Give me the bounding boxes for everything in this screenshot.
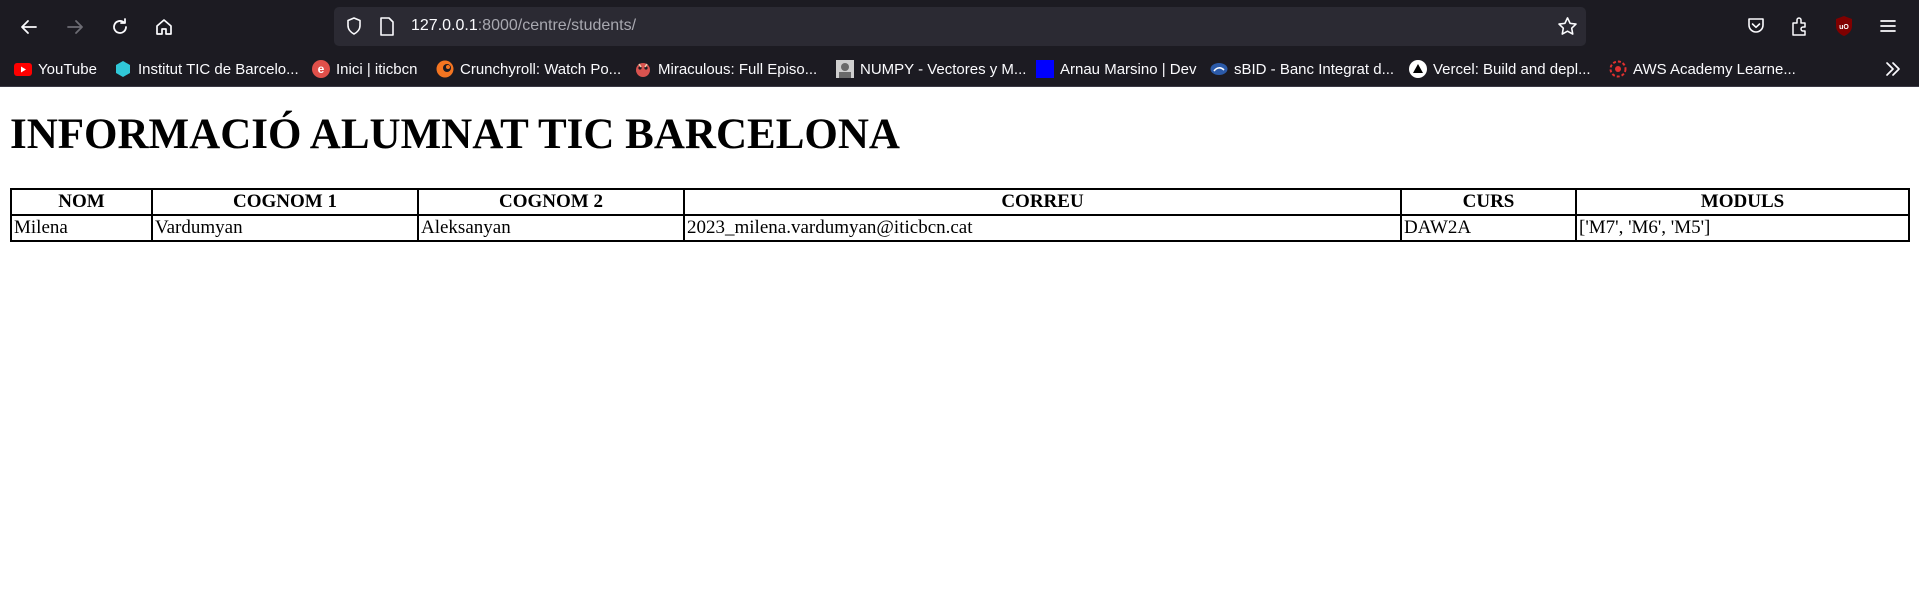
cell-nom: Milena [11, 215, 152, 241]
students-table: NOM COGNOM 1 COGNOM 2 CORREU CURS MODULS… [10, 188, 1910, 242]
puzzle-extensions-icon [1792, 17, 1806, 36]
header-cognom-1: COGNOM 1 [152, 189, 418, 215]
bookmark-label: sBID - Banc Integrat d... [1234, 60, 1395, 78]
header-curs: CURS [1401, 189, 1576, 215]
bookmark-label: AWS Academy Learne... [1633, 60, 1796, 78]
bookmark-label: Institut TIC de Barcelo... [138, 60, 299, 78]
bookmark-crunchyroll[interactable]: Crunchyroll: Watch Po... [436, 60, 621, 78]
back-button[interactable] [12, 10, 46, 44]
forward-button[interactable] [58, 10, 92, 44]
bookmark-sbid[interactable]: sBID - Banc Integrat d... [1210, 60, 1394, 78]
institut-tic-icon [114, 60, 132, 78]
bookmark-star-icon[interactable] [1557, 16, 1578, 42]
home-button[interactable] [147, 10, 181, 44]
table-row: Milena Vardumyan Aleksanyan 2023_milena.… [11, 215, 1909, 241]
table-header-row: NOM COGNOM 1 COGNOM 2 CORREU CURS MODULS [11, 189, 1909, 215]
page-info-icon[interactable] [379, 17, 395, 41]
vercel-icon [1409, 60, 1427, 78]
bookmark-label: NUMPY - Vectores y M... [860, 60, 1027, 78]
arnau-icon [1036, 60, 1054, 78]
page-title: INFORMACIÓ ALUMNAT TIC BARCELONA [10, 111, 900, 158]
browser-toolbar: 127.0.0.1:8000/centre/students/ uO [0, 0, 1919, 53]
tracking-protection-shield-icon[interactable] [344, 16, 364, 41]
svg-text:e: e [318, 62, 325, 76]
bookmark-institut-tic[interactable]: Institut TIC de Barcelo... [114, 60, 299, 78]
youtube-icon [14, 60, 32, 78]
bookmark-arnau-marsino[interactable]: Arnau Marsino | Dev [1036, 60, 1196, 78]
forward-arrow-icon [67, 20, 83, 34]
url-path: :8000/centre/students/ [477, 17, 637, 34]
numpy-icon [836, 60, 854, 78]
ublock-origin-icon: uO [1836, 16, 1852, 36]
crunchyroll-icon [436, 60, 454, 78]
sbid-icon [1210, 60, 1228, 78]
url-host: 127.0.0.1 [411, 17, 478, 34]
bookmark-label: Miraculous: Full Episo... [658, 60, 818, 78]
extensions-button[interactable] [1787, 13, 1813, 39]
reload-icon [113, 18, 127, 34]
bookmark-iticbcn[interactable]: e Inici | iticbcn [312, 60, 417, 78]
bookmark-vercel[interactable]: Vercel: Build and depl... [1409, 60, 1591, 78]
cell-cognom-1: Vardumyan [152, 215, 418, 241]
iticbcn-icon: e [312, 60, 330, 78]
reload-button[interactable] [103, 10, 137, 44]
cell-curs: DAW2A [1401, 215, 1576, 241]
bookmark-youtube[interactable]: YouTube [14, 60, 97, 78]
bookmark-miraculous[interactable]: Miraculous: Full Episo... [634, 60, 817, 78]
hamburger-menu-icon [1880, 20, 1896, 32]
header-moduls: MODULS [1576, 189, 1909, 215]
address-bar[interactable]: 127.0.0.1:8000/centre/students/ [334, 7, 1586, 46]
bookmarks-toolbar: YouTube Institut TIC de Barcelo... e Ini… [0, 53, 1919, 87]
back-arrow-icon [21, 20, 37, 34]
cell-moduls: ['M7', 'M6', 'M5'] [1576, 215, 1909, 241]
cell-correu: 2023_milena.vardumyan@iticbcn.cat [684, 215, 1401, 241]
cell-cognom-2: Aleksanyan [418, 215, 684, 241]
more-bookmarks-button[interactable] [1883, 59, 1903, 83]
svg-text:uO: uO [1839, 24, 1849, 31]
pocket-icon [1748, 18, 1764, 33]
bookmark-numpy[interactable]: NUMPY - Vectores y M... [836, 60, 1026, 78]
aws-academy-icon [1609, 60, 1627, 78]
bookmark-aws-academy[interactable]: AWS Academy Learne... [1609, 60, 1796, 78]
url-text[interactable]: 127.0.0.1:8000/centre/students/ [411, 17, 636, 35]
miraculous-icon [634, 60, 652, 78]
bookmark-label: Inici | iticbcn [336, 60, 418, 78]
home-icon [156, 19, 172, 35]
ublock-origin-button[interactable]: uO [1831, 13, 1857, 39]
app-menu-button[interactable] [1875, 13, 1901, 39]
header-nom: NOM [11, 189, 152, 215]
bookmark-label: Vercel: Build and depl... [1433, 60, 1591, 78]
header-cognom-2: COGNOM 2 [418, 189, 684, 215]
bookmark-label: YouTube [38, 60, 97, 78]
bookmark-label: Arnau Marsino | Dev [1060, 60, 1197, 78]
pocket-button[interactable] [1743, 13, 1769, 39]
header-correu: CORREU [684, 189, 1401, 215]
double-chevron-right-icon [1886, 62, 1900, 76]
bookmark-label: Crunchyroll: Watch Po... [460, 60, 622, 78]
